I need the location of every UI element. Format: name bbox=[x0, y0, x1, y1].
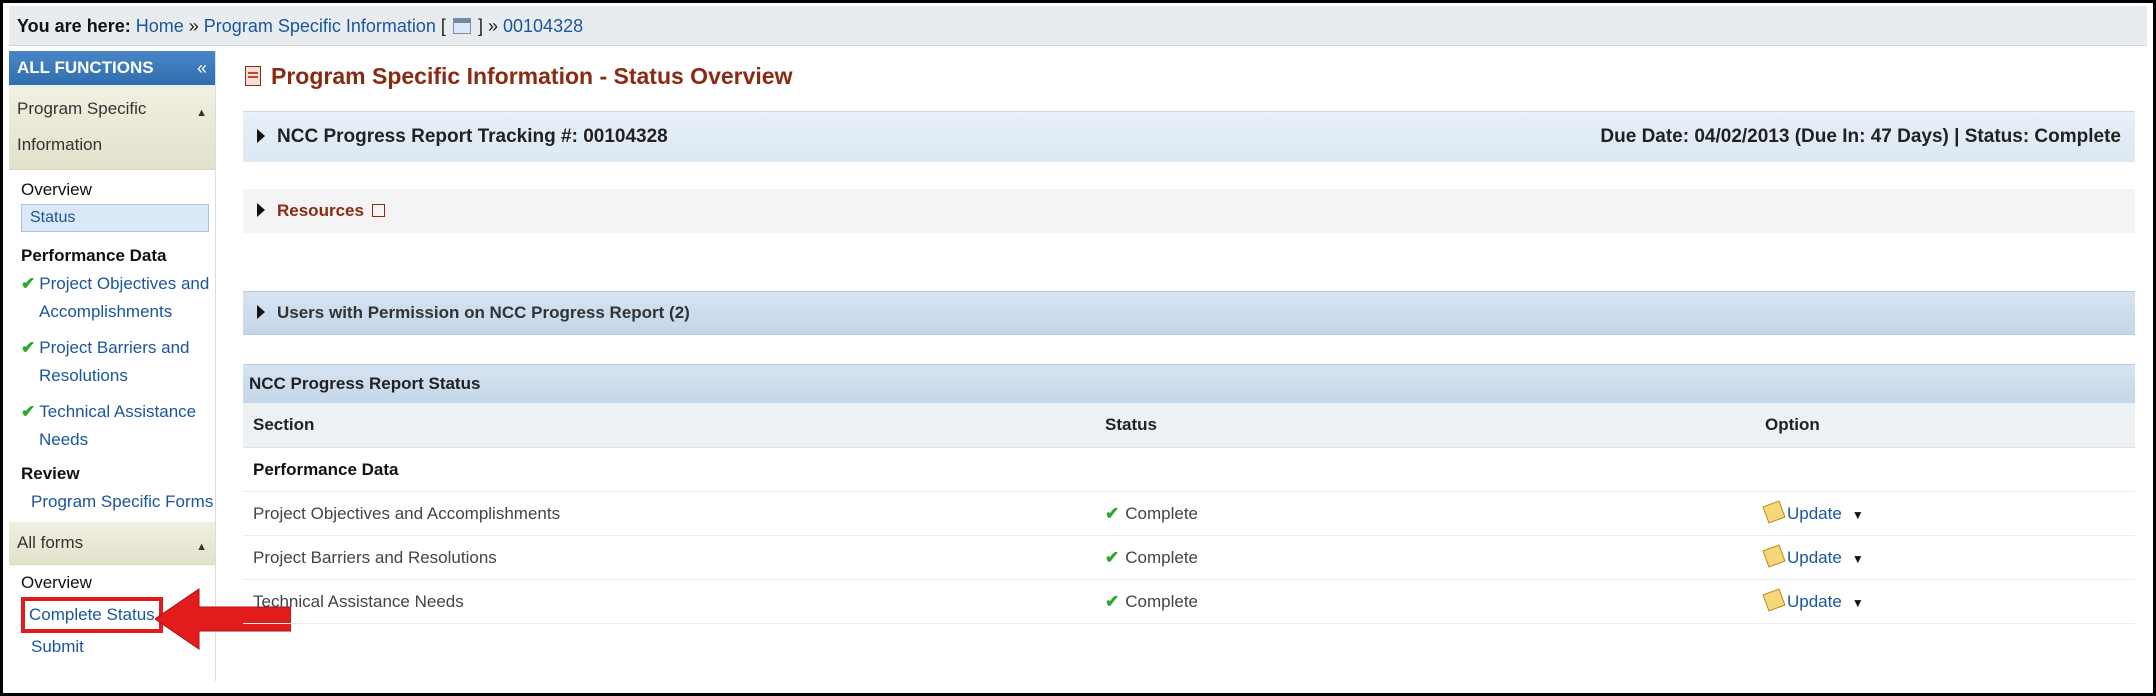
breadcrumb-home-link[interactable]: Home bbox=[136, 16, 184, 36]
users-permission-label: Users with Permission on NCC Progress Re… bbox=[277, 303, 690, 322]
tracking-label: NCC Progress Report Tracking #: 00104328 bbox=[277, 126, 668, 147]
item-label: Technical Assistance bbox=[39, 402, 197, 421]
sidebar-item-technical[interactable]: ✔ Technical Assistance Needs bbox=[9, 398, 215, 454]
group-title: Program Specific Information bbox=[17, 99, 147, 154]
status-table: NCC Progress Report Status Section Statu… bbox=[243, 364, 2135, 624]
item-label: Project Objectives and bbox=[39, 274, 210, 293]
sidebar-item-overview[interactable]: Overview bbox=[9, 176, 215, 204]
breadcrumb-bracket-close: ] bbox=[477, 16, 483, 36]
sidebar-item-status[interactable]: Status bbox=[21, 204, 209, 232]
sidebar-item-program-forms[interactable]: Program Specific Forms bbox=[9, 488, 215, 516]
breadcrumb-tracking-link[interactable]: 00104328 bbox=[503, 16, 583, 36]
document-icon bbox=[245, 66, 261, 86]
all-functions-header: ALL FUNCTIONS « bbox=[9, 51, 215, 85]
chevron-up-icon[interactable]: ▲ bbox=[196, 532, 207, 562]
calendar-icon[interactable] bbox=[452, 18, 471, 35]
update-button[interactable]: Update ▼ bbox=[1762, 492, 1864, 537]
update-label[interactable]: Update bbox=[1787, 548, 1842, 567]
external-link-icon[interactable] bbox=[371, 204, 385, 217]
sidebar-item-objectives[interactable]: ✔ Project Objectives and Accomplishments bbox=[9, 270, 215, 326]
update-label[interactable]: Update bbox=[1787, 504, 1842, 523]
item-label-cont: Resolutions bbox=[39, 366, 128, 385]
table-title: NCC Progress Report Status bbox=[243, 364, 2135, 403]
collapse-sidebar-icon[interactable]: « bbox=[197, 51, 207, 85]
breadcrumb: You are here: Home » Program Specific In… bbox=[9, 6, 2147, 46]
breadcrumb-separator: » bbox=[487, 16, 498, 36]
breadcrumb-separator: » bbox=[188, 16, 199, 36]
chevron-up-icon[interactable]: ▲ bbox=[196, 95, 207, 131]
resources-label: Resources bbox=[277, 201, 364, 220]
screenshot-frame: You are here: Home » Program Specific In… bbox=[0, 0, 2156, 696]
check-icon: ✔ bbox=[21, 274, 36, 293]
expand-arrow-icon[interactable] bbox=[257, 305, 265, 319]
table-row: Technical Assistance Needs ✔ Complete Upd… bbox=[243, 580, 2135, 624]
check-icon: ✔ bbox=[1105, 592, 1120, 611]
group-title: All forms bbox=[17, 533, 84, 552]
main-content: Program Specific Information - Status Ov… bbox=[235, 51, 2147, 681]
check-icon: ✔ bbox=[1105, 504, 1120, 523]
sidebar-heading-review: Review bbox=[21, 464, 80, 483]
due-date-status: Due Date: 04/02/2013 (Due In: 47 Days) |… bbox=[1600, 126, 2121, 147]
sidebar-heading-performance: Performance Data bbox=[21, 246, 167, 265]
check-icon: ✔ bbox=[21, 402, 36, 421]
item-label-cont: Accomplishments bbox=[39, 302, 173, 321]
row-section: Technical Assistance Needs bbox=[253, 592, 464, 611]
table-header-row: Section Status Option bbox=[243, 403, 2135, 448]
item-label: Project Barriers and bbox=[39, 338, 190, 357]
breadcrumb-program-link[interactable]: Program Specific Information bbox=[204, 16, 436, 36]
item-label-cont: Needs bbox=[39, 430, 89, 449]
row-status: ✔ Complete bbox=[1105, 536, 1198, 579]
sidebar-item-barriers[interactable]: ✔ Project Barriers and Resolutions bbox=[9, 334, 215, 390]
page-title: Program Specific Information - Status Ov… bbox=[245, 63, 792, 90]
check-icon: ✔ bbox=[21, 338, 36, 357]
row-section: Project Barriers and Resolutions bbox=[253, 548, 497, 567]
expand-arrow-icon[interactable] bbox=[257, 203, 265, 217]
pencil-icon bbox=[1762, 588, 1786, 612]
table-row: Project Objectives and Accomplishments ✔… bbox=[243, 492, 2135, 536]
pencil-icon bbox=[1762, 544, 1786, 568]
check-icon: ✔ bbox=[1105, 548, 1120, 567]
status-text: Complete bbox=[1125, 592, 1199, 611]
row-section: Project Objectives and Accomplishments bbox=[253, 504, 561, 523]
column-header-option: Option bbox=[1765, 415, 1820, 434]
expand-arrow-icon[interactable] bbox=[257, 129, 265, 143]
caret-down-icon[interactable]: ▼ bbox=[1852, 552, 1864, 566]
page-title-text: Program Specific Information - Status Ov… bbox=[271, 63, 793, 89]
status-text: Complete bbox=[1125, 548, 1199, 567]
row-status: ✔ Complete bbox=[1105, 492, 1198, 535]
breadcrumb-label: You are here: bbox=[17, 16, 131, 36]
users-permission-bar[interactable]: Users with Permission on NCC Progress Re… bbox=[243, 291, 2135, 335]
sidebar-group-program-specific[interactable]: Program Specific Information ▲ bbox=[9, 85, 215, 170]
caret-down-icon[interactable]: ▼ bbox=[1852, 596, 1864, 610]
all-functions-label: ALL FUNCTIONS bbox=[17, 58, 154, 77]
column-header-section: Section bbox=[253, 415, 315, 434]
breadcrumb-bracket-open: [ bbox=[440, 16, 446, 36]
update-label[interactable]: Update bbox=[1787, 592, 1842, 611]
column-header-status: Status bbox=[1105, 415, 1157, 434]
row-status: ✔ Complete bbox=[1105, 580, 1198, 623]
table-section-row: Performance Data bbox=[243, 448, 2135, 492]
status-text: Complete bbox=[1125, 504, 1199, 523]
sidebar-item-complete-status[interactable]: Complete Status bbox=[21, 597, 163, 633]
update-button[interactable]: Update ▼ bbox=[1762, 580, 1864, 625]
update-button[interactable]: Update ▼ bbox=[1762, 536, 1864, 581]
tracking-bar[interactable]: NCC Progress Report Tracking #: 00104328… bbox=[243, 111, 2135, 162]
resources-section[interactable]: Resources bbox=[243, 189, 2135, 233]
pencil-icon bbox=[1762, 500, 1786, 524]
sidebar-group-all-forms[interactable]: All forms ▲ bbox=[9, 522, 215, 565]
table-row: Project Barriers and Resolutions ✔ Comple… bbox=[243, 536, 2135, 580]
caret-down-icon[interactable]: ▼ bbox=[1852, 508, 1864, 522]
section-label: Performance Data bbox=[253, 460, 399, 479]
